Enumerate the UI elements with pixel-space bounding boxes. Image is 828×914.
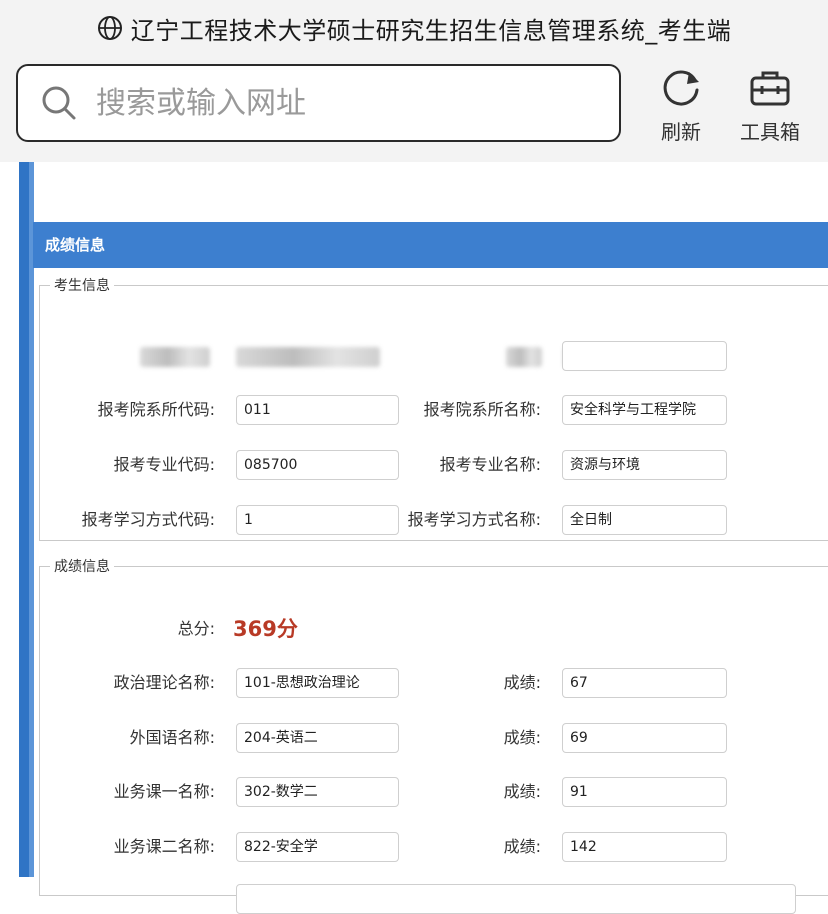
address-input[interactable] [94, 84, 578, 122]
politics-score-label: 成绩: [503, 673, 541, 692]
browser-chrome: 辽宁工程技术大学硕士研究生招生信息管理系统_考生端 刷新 工具箱 [0, 0, 828, 162]
college-name-label: 报考院系所名称: [423, 400, 541, 419]
panel-header: 成绩信息 [33, 222, 828, 268]
page-title: 辽宁工程技术大学硕士研究生招生信息管理系统_考生端 [130, 16, 732, 45]
examinee-name-label-blurred [506, 347, 542, 367]
examinee-number-value-blurred [236, 347, 380, 367]
search-icon [42, 86, 76, 120]
language-name-field[interactable]: 204-英语二 [236, 723, 399, 753]
language-score-label: 成绩: [503, 728, 541, 747]
web-page: 成绩信息 考生信息 报考院系所代码: 011 报考院系所名称: 安全科学与工程学… [0, 162, 828, 914]
globe-icon [97, 16, 122, 40]
left-accent-bar-inner [29, 162, 34, 877]
course2-score-field[interactable]: 142 [562, 832, 727, 862]
address-bar[interactable] [16, 64, 621, 142]
score-info-legend: 成绩信息 [54, 559, 110, 575]
course1-score-label: 成绩: [503, 782, 541, 801]
course2-name-field[interactable]: 822-安全学 [236, 832, 399, 862]
major-code-label: 报考专业代码: [113, 455, 215, 474]
refresh-button[interactable]: 刷新 [641, 66, 721, 146]
course1-label: 业务课一名称: [113, 782, 215, 801]
politics-label: 政治理论名称: [113, 673, 215, 692]
refresh-label: 刷新 [661, 120, 701, 144]
partial-next-field[interactable] [236, 884, 796, 914]
major-code-field[interactable]: 085700 [236, 450, 399, 480]
student-info-fieldset: 考生信息 报考院系所代码: 011 报考院系所名称: 安全科学与工程学院 报考专… [39, 275, 828, 541]
toolbox-label: 工具箱 [740, 120, 800, 144]
major-name-field[interactable]: 资源与环境 [562, 450, 727, 480]
score-info-fieldset: 成绩信息 总分: 369分 政治理论名称: 101-思想政治理论 成绩: 67 … [39, 556, 828, 914]
politics-name-field[interactable]: 101-思想政治理论 [236, 668, 399, 698]
study-mode-name-field[interactable]: 全日制 [562, 505, 727, 535]
course1-score-field[interactable]: 91 [562, 777, 727, 807]
toolbox-icon [750, 71, 790, 106]
refresh-icon [663, 70, 699, 106]
politics-score-field[interactable]: 67 [562, 668, 727, 698]
total-score-label: 总分: [177, 619, 215, 638]
language-label: 外国语名称: [129, 728, 215, 747]
examinee-number-label-blurred [140, 347, 210, 367]
course2-score-label: 成绩: [503, 837, 541, 856]
course1-name-field[interactable]: 302-数学二 [236, 777, 399, 807]
total-score-value: 369分 [233, 617, 298, 641]
toolbox-button[interactable]: 工具箱 [730, 66, 810, 146]
study-mode-name-label: 报考学习方式名称: [407, 510, 541, 529]
study-mode-code-label: 报考学习方式代码: [81, 510, 215, 529]
college-code-field[interactable]: 011 [236, 395, 399, 425]
course2-label: 业务课二名称: [113, 837, 215, 856]
study-mode-code-field[interactable]: 1 [236, 505, 399, 535]
college-code-label: 报考院系所代码: [97, 400, 215, 419]
page-title-bar: 辽宁工程技术大学硕士研究生招生信息管理系统_考生端 [0, 8, 828, 48]
student-info-legend: 考生信息 [54, 278, 110, 294]
examinee-name-field[interactable] [562, 341, 727, 371]
major-name-label: 报考专业名称: [439, 455, 541, 474]
college-name-field[interactable]: 安全科学与工程学院 [562, 395, 727, 425]
language-score-field[interactable]: 69 [562, 723, 727, 753]
